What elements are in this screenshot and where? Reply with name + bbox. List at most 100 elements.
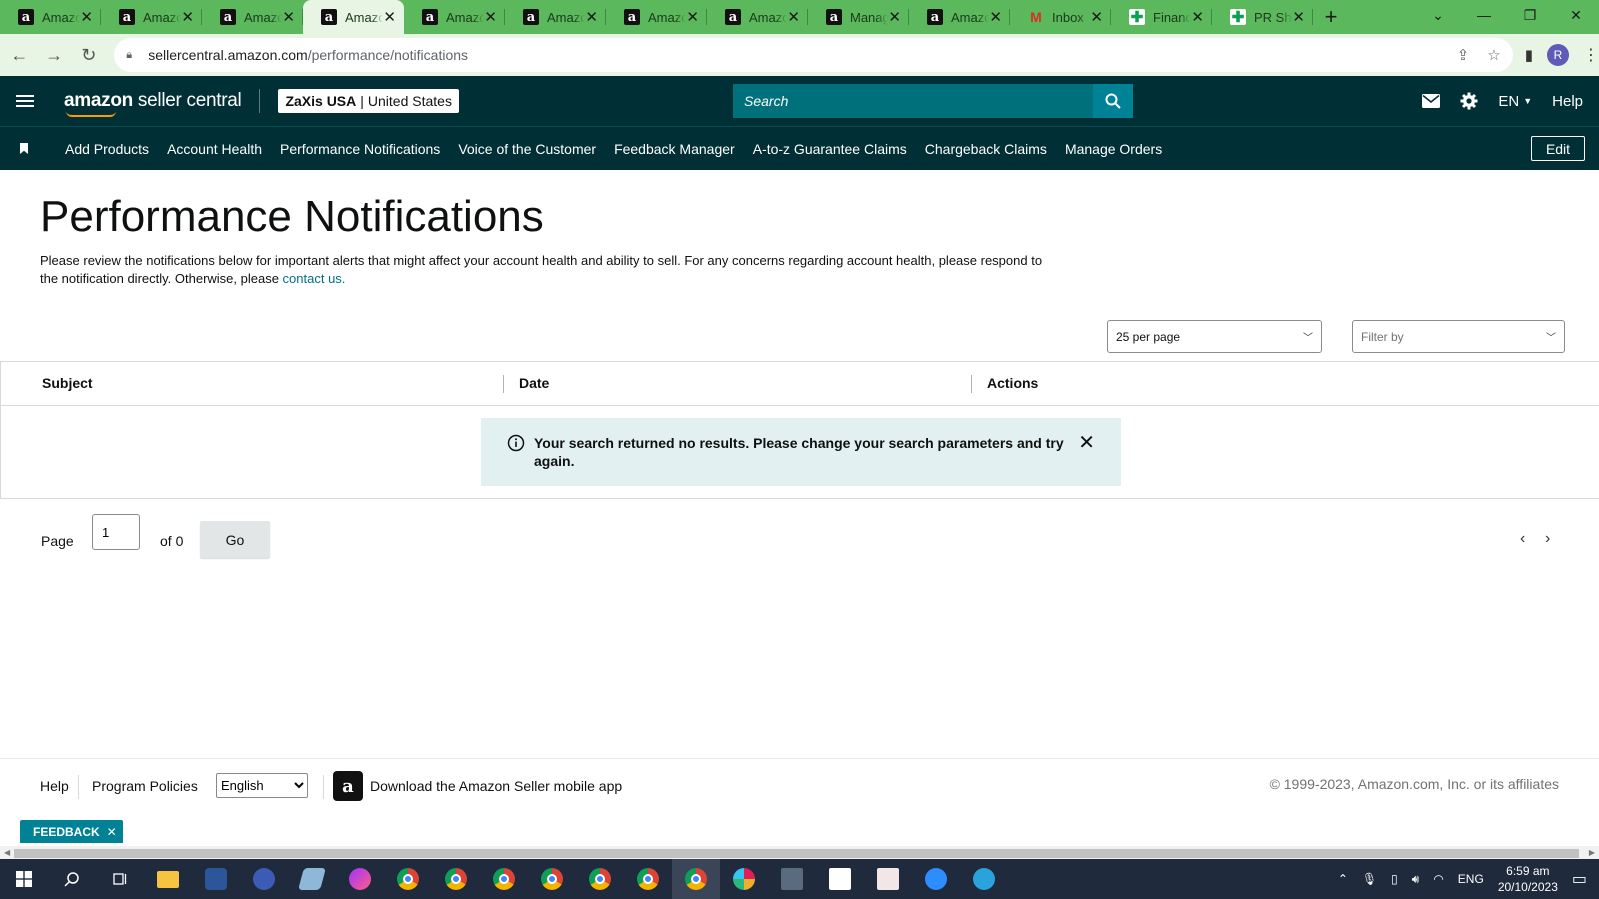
close-alert-icon[interactable]: ✕ [1078,433,1095,453]
chrome-icon[interactable] [384,859,432,899]
per-page-select[interactable]: 25 per page ﹀ [1107,320,1322,353]
chrome-icon[interactable] [528,859,576,899]
tab-close-icon[interactable]: ✕ [585,8,598,26]
previous-page-icon[interactable]: ‹ [1520,530,1525,548]
reload-icon[interactable]: ↻ [73,39,104,71]
browser-menu-icon[interactable]: ⋮ [1583,45,1599,65]
search-button[interactable] [1093,84,1133,118]
battery-icon[interactable]: ▯ [1391,872,1398,886]
task-view-icon[interactable] [96,859,144,899]
browser-tab[interactable]: a Amazon✕ [303,0,404,34]
chrome-icon[interactable] [432,859,480,899]
chrome-icon[interactable] [480,859,528,899]
volume-icon[interactable]: 🔊︎ [1412,872,1420,887]
browser-tab[interactable]: a Amazon✕ [909,0,1010,34]
browser-tab[interactable]: a Amazon✕ [505,0,606,34]
microphone-icon[interactable]: 🎙︎ [1362,872,1377,886]
column-header-date[interactable]: Date [519,375,549,391]
nav-item-feedback-manager[interactable]: Feedback Manager [614,141,735,157]
search-input[interactable] [733,84,1093,118]
file-explorer-icon[interactable] [144,859,192,899]
nav-item-add-products[interactable]: Add Products [65,141,149,157]
mail-icon[interactable] [1422,94,1441,108]
browser-tab[interactable]: a Manage✕ [808,0,909,34]
profile-avatar[interactable]: R [1546,44,1569,66]
browser-tab[interactable]: ✚ Finance✕ [1111,0,1212,34]
share-icon[interactable]: ⇪ [1457,46,1470,64]
page-number-input[interactable] [92,514,140,550]
slack-icon[interactable] [720,859,768,899]
browser-tab[interactable]: ✚ PR Sh ✕ [1212,0,1313,34]
browser-tab[interactable]: M Inbox ✕ [1010,0,1111,34]
input-language[interactable]: ENG [1458,872,1484,886]
footer-help-link[interactable]: Help [40,778,69,794]
tab-close-icon[interactable]: ✕ [181,8,194,26]
nav-item-account-health[interactable]: Account Health [167,141,262,157]
restore-button[interactable]: ❐ [1507,0,1553,30]
tab-close-icon[interactable]: ✕ [282,8,295,26]
tab-close-icon[interactable]: ✕ [484,8,497,26]
scroll-right-icon[interactable]: ▶ [1589,846,1595,860]
windows-start-icon[interactable] [0,859,48,899]
nav-item-voice-of-the-customer[interactable]: Voice of the Customer [458,141,596,157]
calculator-icon[interactable] [768,859,816,899]
tab-search-icon[interactable]: ⌄ [1415,0,1461,30]
feedback-button[interactable]: FEEDBACK ✕ [20,820,123,843]
lock-icon[interactable]: 🔒︎ [126,49,138,61]
chrome-icon[interactable] [576,859,624,899]
tab-close-icon[interactable]: ✕ [1090,8,1103,26]
back-icon[interactable]: ← [4,39,35,71]
tab-close-icon[interactable]: ✕ [787,8,800,26]
nav-item-manage-orders[interactable]: Manage Orders [1065,141,1162,157]
go-button[interactable]: Go [200,521,270,558]
program-policies-link[interactable]: Program Policies [92,778,198,794]
nav-item-a-to-z-guarantee-claims[interactable]: A-to-z Guarantee Claims [753,141,907,157]
horizontal-scrollbar[interactable]: ◀ ▶ [0,846,1599,860]
contact-us-link[interactable]: contact us. [283,271,346,286]
side-panel-icon[interactable]: ▮ [1525,46,1533,64]
account-switcher[interactable]: ZaXis USA | United States [278,89,459,113]
browser-tab[interactable]: a Amazon✕ [707,0,808,34]
nav-item-chargeback-claims[interactable]: Chargeback Claims [925,141,1047,157]
notifications-icon[interactable]: ▭ [1572,869,1587,889]
app-icon[interactable] [240,859,288,899]
scroll-left-icon[interactable]: ◀ [4,846,10,860]
browser-tab[interactable]: a Amazon✕ [101,0,202,34]
amazon-app-icon[interactable]: a [333,771,363,801]
tray-chevron-up-icon[interactable]: ⌃ [1338,872,1348,886]
taskbar-search-icon[interactable] [48,859,96,899]
messenger-icon[interactable] [336,859,384,899]
bookmark-icon[interactable] [20,143,28,154]
tab-close-icon[interactable]: ✕ [383,8,396,26]
zoom-icon[interactable] [912,859,960,899]
scrollbar-thumb[interactable] [14,849,1579,858]
tab-close-icon[interactable]: ✕ [1292,8,1305,26]
minimize-button[interactable]: — [1461,0,1507,30]
chrome-icon[interactable] [624,859,672,899]
forward-icon[interactable]: → [39,39,70,71]
browser-tab[interactable]: a Amazon✕ [202,0,303,34]
browser-tab[interactable]: a Amazon✕ [606,0,707,34]
seller-central-logo[interactable]: amazon seller central [64,90,242,117]
chrome-icon[interactable] [672,859,720,899]
tab-close-icon[interactable]: ✕ [888,8,901,26]
telegram-icon[interactable] [960,859,1008,899]
nav-item-performance-notifications[interactable]: Performance Notifications [280,141,440,157]
footer-language-select[interactable]: English [216,773,308,798]
filter-by-select[interactable]: Filter by ﹀ [1352,320,1565,353]
next-page-icon[interactable]: › [1545,530,1550,548]
browser-tab[interactable]: a Amazon✕ [404,0,505,34]
language-selector[interactable]: EN ▼ [1498,93,1532,110]
edit-nav-button[interactable]: Edit [1531,136,1585,161]
browser-tab[interactable]: a Amazon✕ [0,0,101,34]
word-icon[interactable] [192,859,240,899]
bookmark-star-icon[interactable]: ☆ [1487,46,1500,64]
close-window-button[interactable]: ✕ [1553,0,1599,30]
chart-app-icon[interactable] [864,859,912,899]
hamburger-menu-icon[interactable] [16,95,34,107]
tab-close-icon[interactable]: ✕ [989,8,1002,26]
chart-app-icon[interactable] [816,859,864,899]
notes-app-icon[interactable] [288,859,336,899]
tab-close-icon[interactable]: ✕ [686,8,699,26]
wifi-icon[interactable]: ◠ [1433,872,1443,886]
